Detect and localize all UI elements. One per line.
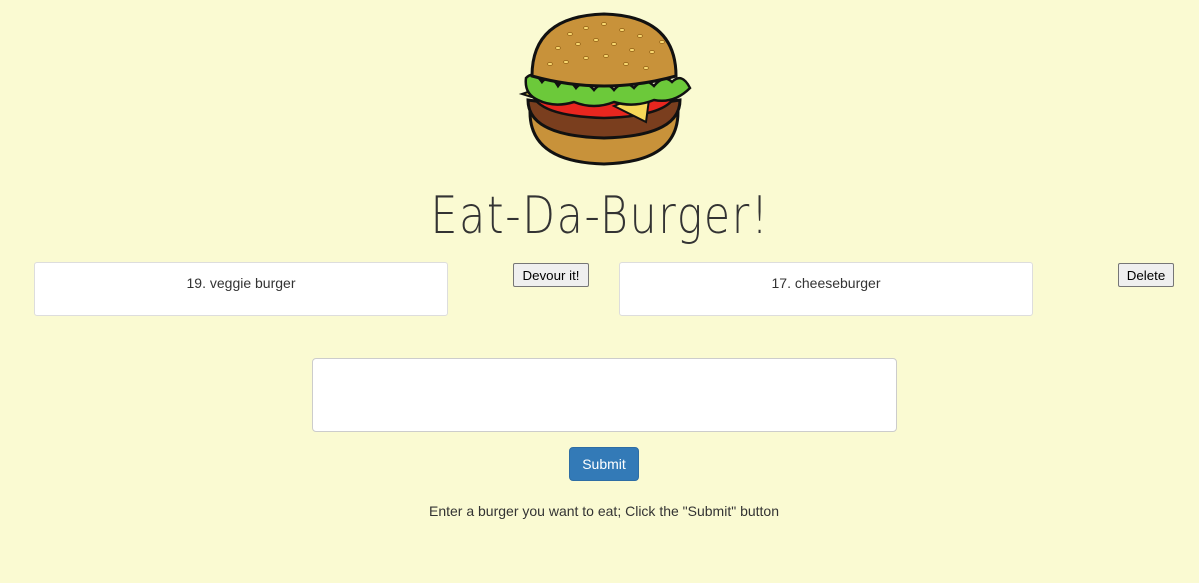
devoured-burger-card: 17. cheeseburger [619, 262, 1033, 316]
instructions-text: Enter a burger you want to eat; Click th… [428, 503, 779, 519]
burger-label: 17. cheeseburger [771, 275, 881, 291]
devour-button[interactable]: Devour it! [513, 263, 589, 287]
submit-button[interactable]: Submit [569, 447, 639, 481]
uneaten-burger-card: 19. veggie burger [34, 262, 448, 316]
hamburger-icon [518, 12, 692, 166]
hamburger-logo [514, 12, 694, 168]
page-title: Eat-Da-Burger! [430, 186, 770, 246]
burger-label: 19. veggie burger [186, 275, 296, 291]
delete-button[interactable]: Delete [1118, 263, 1174, 287]
burger-name-textarea[interactable] [312, 358, 897, 432]
